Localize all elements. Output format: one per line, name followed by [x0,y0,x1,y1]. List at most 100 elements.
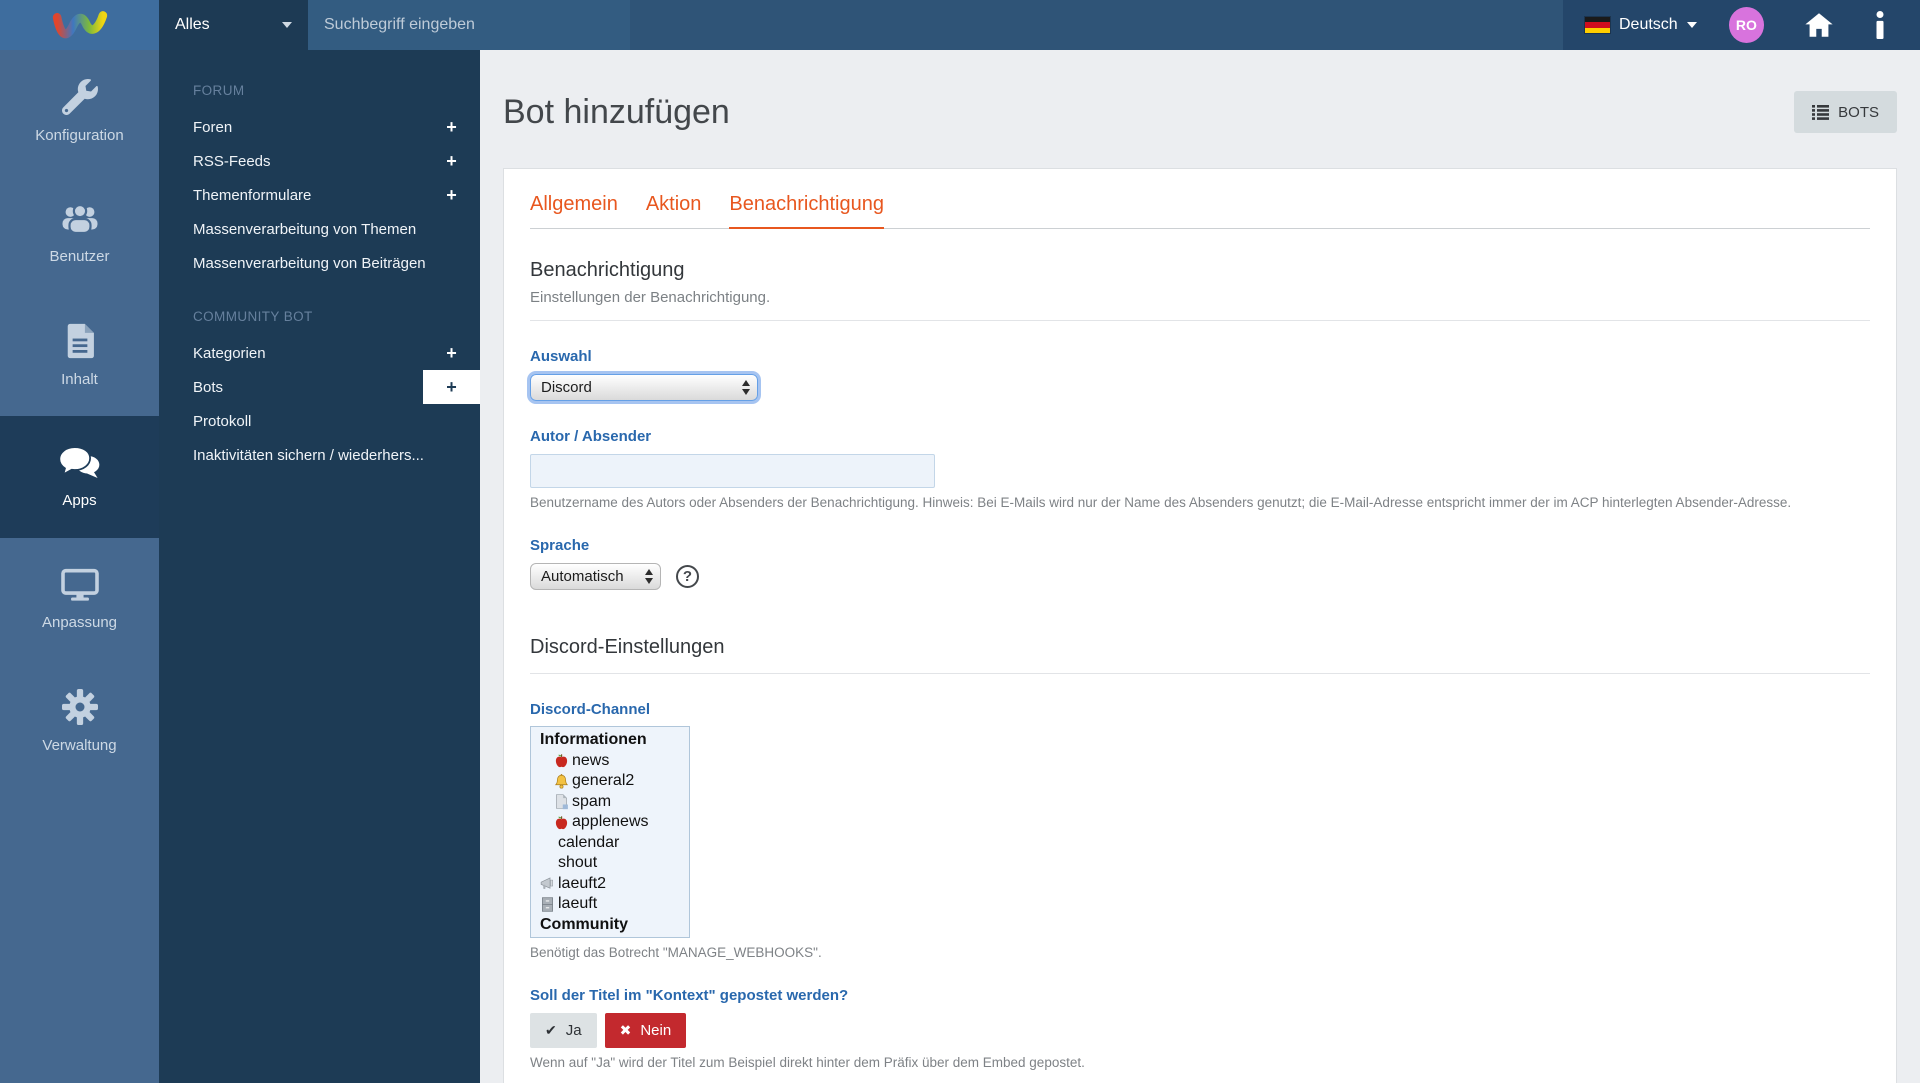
add-themenformular-button[interactable]: + [423,178,480,212]
channel-option[interactable]: news [531,751,689,772]
sprache-label: Sprache [530,537,590,554]
channel-option[interactable]: general2 [531,771,689,792]
channel-group[interactable]: Community [531,915,689,936]
sidebar-item-label: Benutzer [49,247,110,265]
auswahl-select-value: Discord [541,379,592,396]
sidebar-item-label: Inhalt [61,370,98,388]
submenu-item-label: Themenformulare [193,186,312,204]
megaphone-icon [540,877,553,890]
discord-channel-listbox[interactable]: Informationen news general2 spam applene… [530,726,690,938]
bell-icon [554,773,569,789]
auswahl-select[interactable]: Discord [530,374,758,401]
yes-button[interactable]: ✔ Ja [530,1013,597,1048]
apple-icon [555,815,568,829]
channel-option[interactable]: laeuft [531,894,689,915]
search-scope-label: Alles [175,16,210,33]
chevron-down-icon [282,22,292,28]
help-question-icon[interactable]: ? [676,565,699,588]
info-icon [1876,11,1884,39]
home-icon [1805,13,1833,37]
select-stepper-icon [742,380,750,395]
sidebar-item-inhalt[interactable]: Inhalt [0,294,159,416]
user-avatar[interactable]: RO [1728,7,1764,43]
chevron-down-icon [1686,22,1697,28]
wrench-icon [61,78,98,115]
submenu-item-massenverarbeitung-beitraege[interactable]: Massenverarbeitung von Beiträgen [159,246,480,280]
discord-channel-label: Discord-Channel [530,701,651,718]
add-bot-button[interactable]: + [423,370,480,404]
tab-benachrichtigung[interactable]: Benachrichtigung [729,193,884,229]
language-dropdown[interactable]: Deutsch [1585,16,1697,34]
gear-icon [61,688,98,725]
submenu-item-label: Foren [193,118,233,136]
submenu-item-themenformulare[interactable]: Themenformulare + [159,178,480,212]
channel-label: laeuft [558,895,598,913]
woltlab-logo-icon [52,11,107,39]
channel-label: shout [558,854,598,872]
channel-label: general2 [572,772,635,790]
sidebar-item-apps[interactable]: Apps [0,416,159,538]
tab-aktion[interactable]: Aktion [646,193,702,228]
page-header: Bot hinzufügen BOTS [503,50,1897,168]
sidebar-item-label: Anpassung [41,613,118,631]
submenu-item-foren[interactable]: Foren + [159,110,480,144]
cabinet-icon [542,897,553,912]
avatar-initials: RO [1735,17,1757,33]
topbar-right: Deutsch RO [1563,0,1920,50]
submenu-item-label: Kategorien [193,344,266,362]
channel-option[interactable]: shout [531,853,689,874]
channel-label: laeuft2 [558,874,607,892]
channel-option[interactable]: calendar [531,833,689,854]
channel-option[interactable]: spam [531,792,689,813]
tab-bar: Allgemein Aktion Benachrichtigung [530,169,1870,229]
submenu-item-label: Massenverarbeitung von Themen [193,220,417,238]
submenu-item-bots[interactable]: Bots + [159,370,480,404]
channel-option[interactable]: applenews [531,812,689,833]
page-title: Bot hinzufügen [503,92,730,131]
x-icon: ✖ [619,1022,632,1038]
kontext-choice-row: ✔ Ja ✖ Nein [530,1013,1870,1048]
add-kategorie-button[interactable]: + [423,336,480,370]
home-button[interactable] [1804,12,1834,38]
monitor-icon [60,568,99,601]
sprache-select-value: Automatisch [541,568,624,585]
section-heading-discord: Discord-Einstellungen [530,636,725,658]
sidebar-item-label: Konfiguration [35,126,124,144]
no-button[interactable]: ✖ Nein [604,1013,687,1048]
document-icon [67,323,94,358]
sidebar-item-benutzer[interactable]: Benutzer [0,172,159,294]
submenu-section-forum: FORUM [193,82,245,98]
channel-group[interactable]: Informationen [531,730,689,751]
sidebar-item-label: Apps [62,491,97,509]
channel-label: applenews [572,813,649,831]
submenu-item-protokoll[interactable]: Protokoll [159,404,480,438]
sidebar-item-konfiguration[interactable]: Konfiguration [0,50,159,172]
submenu-item-label: Protokoll [193,412,252,430]
sidebar-item-anpassung[interactable]: Anpassung [0,538,159,660]
sidebar-item-label: Verwaltung [42,736,117,754]
section-description: Einstellungen der Benachrichtigung. [530,289,771,306]
yes-button-label: Ja [565,1022,582,1039]
submenu-item-kategorien[interactable]: Kategorien + [159,336,480,370]
submenu-section-community-bot: COMMUNITY BOT [193,308,313,324]
kontext-question-label: Soll der Titel im "Kontext" gepostet wer… [530,987,849,1004]
submenu-item-inaktivitaeten[interactable]: Inaktivitäten sichern / wiederhers... [159,438,480,472]
search-scope-dropdown[interactable]: Alles [159,0,308,50]
submenu-item-massenverarbeitung-themen[interactable]: Massenverarbeitung von Themen [159,212,480,246]
autor-input[interactable] [530,454,935,488]
webhook-permission-note: Benötigt das Botrecht "MANAGE_WEBHOOKS". [530,945,822,960]
add-foren-button[interactable]: + [423,110,480,144]
info-button[interactable] [1874,11,1886,39]
channel-option[interactable]: laeuft2 [531,874,689,895]
tab-allgemein[interactable]: Allgemein [530,193,618,228]
bots-list-button[interactable]: BOTS [1794,91,1897,133]
sprache-select[interactable]: Automatisch [530,563,661,590]
sidebar-item-verwaltung[interactable]: Verwaltung [0,660,159,782]
submenu-item-rss-feeds[interactable]: RSS-Feeds + [159,144,480,178]
app-logo[interactable] [0,0,159,50]
search-input[interactable] [308,0,630,50]
add-rss-feed-button[interactable]: + [423,144,480,178]
page-icon [556,794,568,810]
section-divider [530,673,1870,674]
